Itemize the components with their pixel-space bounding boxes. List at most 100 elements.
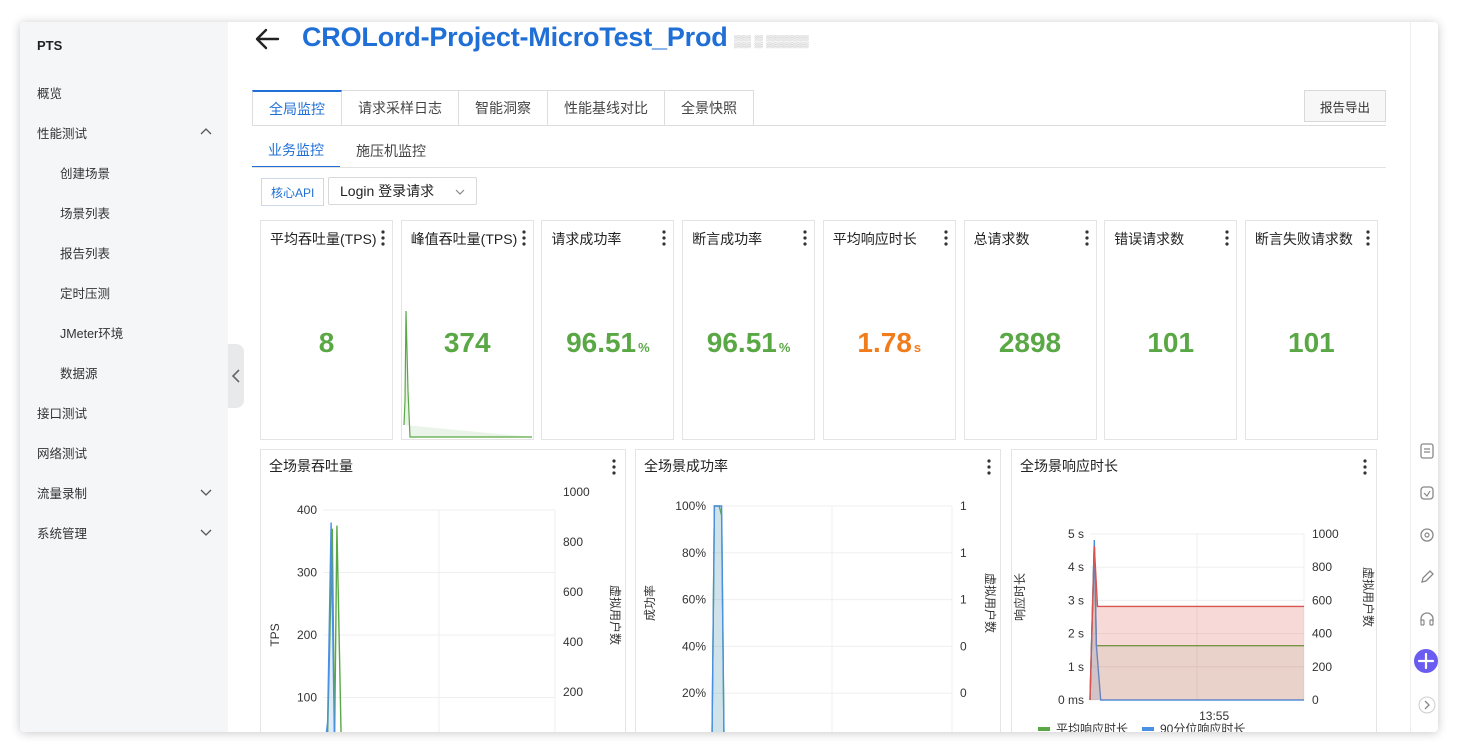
report-tabs: 全局监控 请求采样日志 智能洞察 性能基线对比 全景快照 <box>252 90 754 126</box>
sidebar-item[interactable]: 流量录制 <box>20 472 228 512</box>
assistant-launcher-icon[interactable] <box>1413 648 1438 674</box>
metric-value: 374 <box>402 327 533 359</box>
metric-title: 断言成功率 <box>692 231 763 247</box>
api-select[interactable]: Login 登录请求 <box>328 177 477 205</box>
x-tick-label: 13:55 <box>1199 709 1229 723</box>
document-icon[interactable] <box>1418 442 1436 460</box>
chart-svg: 100%80%60%40%20%0%111000成功率 虚拟用户数 <box>642 499 998 732</box>
sidebar-item[interactable]: 创建场景 <box>20 152 228 192</box>
sidebar-item-label: 性能测试 <box>37 126 88 141</box>
chevron-down-icon[interactable] <box>200 486 212 498</box>
cart-icon[interactable] <box>1418 484 1436 502</box>
metric-value-number: 101 <box>1147 327 1195 358</box>
metric-card: 平均吞吐量(TPS) 8 <box>260 220 393 440</box>
core-api-tag: 核心API <box>261 178 325 206</box>
metric-card: 峰值吞吐量(TPS) 374 <box>400 220 534 440</box>
y2-tick-label: 600 <box>1312 593 1332 607</box>
report-id-blurred: ▒▒ ▒ ▒▒▒▒▒ <box>734 34 809 48</box>
sidebar-item[interactable]: 定时压测 <box>20 272 228 312</box>
sidebar-item[interactable]: 报告列表 <box>20 232 228 272</box>
app-window: PTS 概览性能测试创建场景场景列表报告列表定时压测 JMeter环境 数据源接口测… <box>20 22 1438 732</box>
y-tick-label: 400 <box>297 503 317 517</box>
y2-tick-label: 800 <box>563 535 583 549</box>
metric-title: 平均响应时长 <box>832 231 917 247</box>
chart-svg: 5 s 4 s 3 s 2 s 1 s 0 ms 1000 800 600 400 200 0 响应时长… <box>1012 527 1376 732</box>
sidebar-item-label: 接口测试 <box>37 406 88 421</box>
y2-tick-label: 400 <box>563 635 583 649</box>
more-options-icon[interactable] <box>1366 230 1370 246</box>
y2-tick-label: 1 <box>960 499 967 513</box>
metric-value-number: 1.78 <box>857 327 912 358</box>
y-axis-label: 响应时长 <box>1012 573 1027 621</box>
tab[interactable]: 全景快照 <box>665 90 754 126</box>
api-select-value: Login 登录请求 <box>340 183 435 199</box>
legend-label[interactable]: 90分位响应时长 <box>1160 721 1245 732</box>
y2-tick-label: 1 <box>960 546 967 560</box>
back-arrow-icon[interactable] <box>254 26 280 52</box>
subtab[interactable]: 业务监控 <box>252 134 340 168</box>
main-content: CROLord-Project-MicroTest_Prod ▒▒ ▒ ▒▒▒▒… <box>228 22 1410 732</box>
chevron-down-icon <box>455 189 465 195</box>
tab[interactable]: 性能基线对比 <box>548 90 665 126</box>
sidebar-item[interactable]: 概览 <box>20 72 228 112</box>
metric-title: 总请求数 <box>973 231 1030 247</box>
metric-unit: s <box>913 340 922 355</box>
sidebar-item[interactable]: 网络测试 <box>20 432 228 472</box>
sidebar-item[interactable]: 性能测试 <box>20 112 228 152</box>
y-tick-label: 5 s <box>1068 527 1084 541</box>
y-tick-label: 200 <box>297 628 317 642</box>
peak-tps-sparkline <box>403 310 532 438</box>
metric-value: 101 <box>1246 327 1377 359</box>
legend-label[interactable]: 平均响应时长 <box>1056 721 1128 732</box>
y-tick-label: 80% <box>682 546 706 560</box>
y-tick-label: 3 s <box>1068 593 1084 607</box>
more-options-icon[interactable] <box>1084 230 1089 246</box>
metric-value: 101 <box>1105 327 1236 359</box>
y2-tick-label: 0 <box>1312 693 1319 707</box>
metric-unit: % <box>638 340 650 355</box>
chevron-right-icon[interactable] <box>1418 696 1436 714</box>
chevron-down-icon[interactable] <box>200 526 212 538</box>
sidebar-item[interactable]: 场景列表 <box>20 192 228 232</box>
sidebar-item[interactable]: 数据源 <box>20 352 228 392</box>
settings-icon[interactable] <box>1418 526 1436 544</box>
more-options-icon[interactable] <box>1225 230 1229 246</box>
y-tick-label: 300 <box>297 566 317 580</box>
metric-title: 断言失败请求数 <box>1254 231 1353 247</box>
y-tick-label: 20% <box>682 686 706 700</box>
headset-icon[interactable] <box>1418 610 1436 628</box>
y2-tick-label: 200 <box>1312 660 1332 674</box>
tab[interactable]: 请求采样日志 <box>342 90 459 126</box>
sidebar-item[interactable]: 接口测试 <box>20 392 228 432</box>
metric-card: 断言失败请求数 101 <box>1244 220 1378 440</box>
legend-swatch <box>1038 727 1050 731</box>
more-options-icon[interactable] <box>381 230 385 246</box>
metric-value: 96.51% <box>683 327 814 359</box>
tab[interactable]: 智能洞察 <box>459 90 548 126</box>
sidebar-item-label: 定时压测 <box>60 286 111 301</box>
chevron-up-icon[interactable] <box>200 126 212 138</box>
metric-value-number: 101 <box>1288 327 1335 358</box>
more-options-icon[interactable] <box>944 230 948 246</box>
right-tool-rail <box>1410 22 1438 732</box>
subtab[interactable]: 施压机监控 <box>340 134 442 168</box>
edit-icon[interactable] <box>1418 568 1436 586</box>
export-report-button[interactable]: 报告导出 <box>1304 90 1386 122</box>
metric-card: 错误请求数 101 <box>1104 220 1238 440</box>
sidebar-item[interactable]: JMeter环境 <box>20 312 228 352</box>
more-options-icon[interactable] <box>522 230 526 246</box>
y-axis-label: 成功率 <box>642 585 657 621</box>
y2-tick-label: 200 <box>563 685 583 699</box>
metric-card: 断言成功率 96.51% <box>682 220 816 440</box>
sidebar-item-label: 场景列表 <box>60 206 111 221</box>
metric-value-number: 374 <box>443 327 491 358</box>
chart-panel: 全场景成功率 100% 80% 60% 40% 20% 0% 1 1 1 0 0 0 成功率 虚拟用户数 <box>635 449 1001 732</box>
sidebar-item[interactable]: 系统管理 <box>20 512 228 552</box>
tab[interactable]: 全局监控 <box>252 90 342 126</box>
metric-value: 96.51% <box>542 327 673 359</box>
metric-title: 请求成功率 <box>551 231 622 247</box>
more-options-icon[interactable] <box>803 230 807 246</box>
brand-logo: PTS <box>37 38 63 53</box>
y2-tick-label: 0 <box>960 639 967 653</box>
more-options-icon[interactable] <box>662 230 666 246</box>
